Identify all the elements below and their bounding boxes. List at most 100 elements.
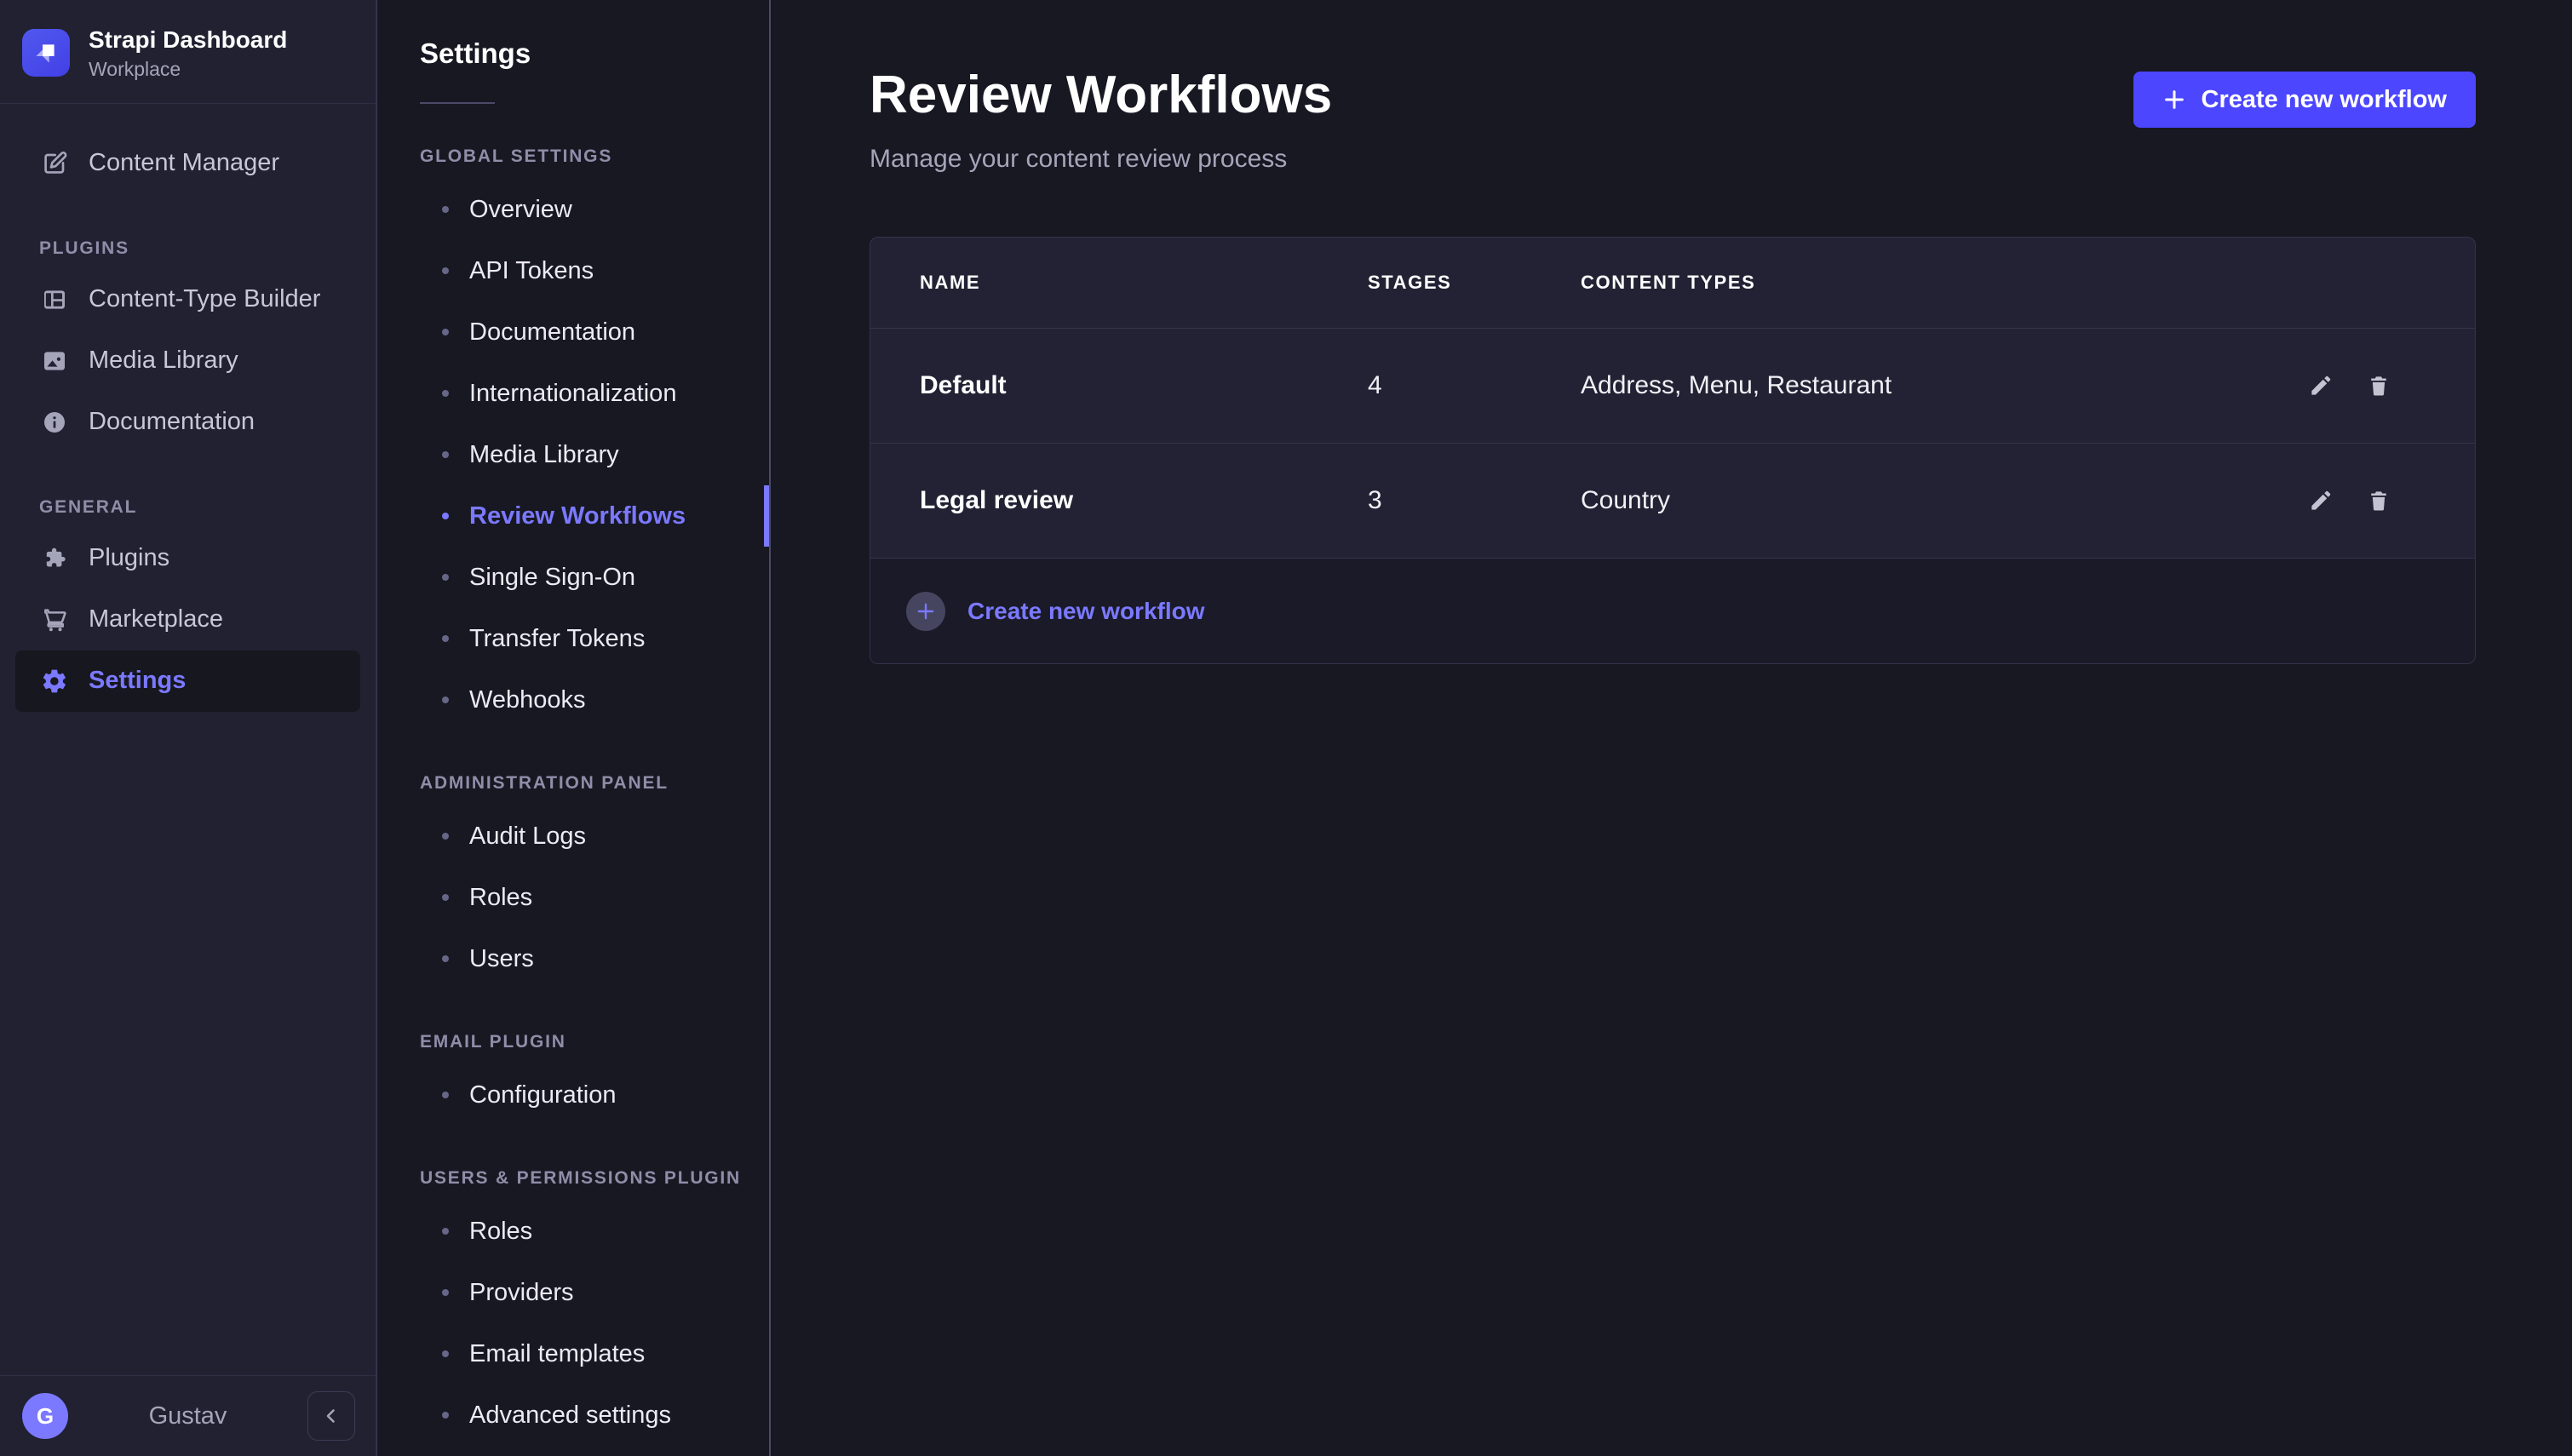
subnav-section-administration-panel: ADMINISTRATION PANEL: [377, 773, 769, 794]
create-workflow-footer-button[interactable]: Create new workflow: [870, 558, 2475, 663]
subnav-item-label: Documentation: [469, 318, 635, 347]
subnav-item-api-tokens[interactable]: API Tokens: [377, 240, 769, 301]
bullet-icon: [442, 513, 449, 519]
subnav-item-overview[interactable]: Overview: [377, 179, 769, 240]
subnav-item-label: Media Library: [469, 441, 619, 469]
bullet-icon: [442, 574, 449, 581]
brand: Strapi Dashboard Workplace: [0, 0, 376, 104]
settings-subnav: Settings GLOBAL SETTINGS Overview API To…: [377, 0, 771, 1456]
subnav-item-configuration[interactable]: Configuration: [377, 1064, 769, 1126]
subnav-item-label: Internationalization: [469, 380, 676, 408]
subnav-item-single-sign-on[interactable]: Single Sign-On: [377, 547, 769, 608]
create-workflow-button[interactable]: Create new workflow: [2133, 72, 2476, 128]
workflow-stages: 4: [1368, 371, 1581, 400]
page-header: Review Workflows Manage your content rev…: [870, 66, 2476, 174]
subnav-title: Settings: [377, 37, 769, 70]
sidebar-item-content-manager[interactable]: Content Manager: [0, 133, 376, 194]
sidebar-item-settings[interactable]: Settings: [15, 651, 360, 712]
bullet-icon: [442, 894, 449, 901]
subnav-item-label: Roles: [469, 884, 532, 912]
subnav-item-label: Single Sign-On: [469, 564, 635, 592]
layout-icon: [41, 286, 68, 313]
bullet-icon: [442, 1228, 449, 1235]
edit-button[interactable]: [2308, 488, 2334, 513]
workflow-stages: 3: [1368, 486, 1581, 515]
sidebar-item-label: Content Manager: [89, 149, 279, 177]
image-icon: [41, 347, 68, 375]
bullet-icon: [442, 206, 449, 213]
main-sidebar: Strapi Dashboard Workplace Content Manag…: [0, 0, 377, 1456]
subnav-item-label: Email templates: [469, 1340, 645, 1368]
bullet-icon: [442, 955, 449, 962]
workflows-table: NAME STAGES CONTENT TYPES Default 4 Addr…: [870, 237, 2476, 664]
subnav-item-label: API Tokens: [469, 257, 594, 285]
subnav-section-global-settings: GLOBAL SETTINGS: [377, 146, 769, 167]
subnav-item-label: Configuration: [469, 1081, 617, 1109]
bullet-icon: [442, 1289, 449, 1296]
subnav-item-email-templates[interactable]: Email templates: [377, 1323, 769, 1384]
bullet-icon: [442, 635, 449, 642]
edit-button[interactable]: [2308, 373, 2334, 398]
page-title: Review Workflows: [870, 66, 1332, 124]
subnav-item-up-roles[interactable]: Roles: [377, 1201, 769, 1262]
info-circle-icon: [41, 409, 68, 436]
sidebar-item-marketplace[interactable]: Marketplace: [0, 589, 376, 651]
column-header-name: NAME: [920, 272, 1368, 294]
trash-icon: [2366, 488, 2391, 513]
sidebar-item-plugins[interactable]: Plugins: [0, 528, 376, 589]
subnav-item-label: Advanced settings: [469, 1402, 671, 1430]
plus-circle-icon: [906, 592, 945, 631]
subnav-item-label: Providers: [469, 1279, 574, 1307]
plus-icon: [2162, 88, 2186, 112]
subnav-item-audit-logs[interactable]: Audit Logs: [377, 805, 769, 867]
strapi-logo-icon: [22, 29, 70, 77]
table-row[interactable]: Legal review 3 Country: [870, 443, 2475, 558]
subnav-item-label: Overview: [469, 196, 572, 224]
chevron-left-icon: [321, 1406, 342, 1426]
subnav-item-webhooks[interactable]: Webhooks: [377, 669, 769, 731]
sidebar-item-label: Content-Type Builder: [89, 285, 320, 313]
gear-icon: [41, 668, 68, 695]
row-actions: [2281, 373, 2426, 398]
cart-icon: [41, 606, 68, 633]
row-actions: [2281, 488, 2426, 513]
bullet-icon: [442, 1412, 449, 1419]
subnav-item-advanced-settings[interactable]: Advanced settings: [377, 1384, 769, 1446]
sidebar-item-content-type-builder[interactable]: Content-Type Builder: [0, 269, 376, 330]
subnav-item-users[interactable]: Users: [377, 928, 769, 989]
sidebar-item-media-library[interactable]: Media Library: [0, 330, 376, 392]
subnav-section-users-permissions-plugin: USERS & PERMISSIONS PLUGIN: [377, 1168, 769, 1189]
bullet-icon: [442, 267, 449, 274]
sidebar-item-label: Settings: [89, 667, 186, 695]
trash-icon: [2366, 373, 2391, 398]
delete-button[interactable]: [2366, 373, 2391, 398]
pencil-icon: [2308, 488, 2334, 513]
workflow-name: Default: [920, 371, 1368, 400]
subnav-item-providers[interactable]: Providers: [377, 1262, 769, 1323]
avatar[interactable]: G: [22, 1393, 68, 1439]
table-row[interactable]: Default 4 Address, Menu, Restaurant: [870, 328, 2475, 443]
sidebar-item-documentation[interactable]: Documentation: [0, 392, 376, 453]
subnav-item-documentation[interactable]: Documentation: [377, 301, 769, 363]
subnav-item-review-workflows[interactable]: Review Workflows: [377, 485, 769, 547]
workflow-content-types: Address, Menu, Restaurant: [1581, 371, 2281, 400]
subnav-item-label: Review Workflows: [469, 502, 686, 530]
sidebar-item-label: Media Library: [89, 347, 238, 375]
bullet-icon: [442, 1350, 449, 1357]
bullet-icon: [442, 1092, 449, 1098]
pencil-icon: [2308, 373, 2334, 398]
page-subtitle: Manage your content review process: [870, 145, 1332, 174]
workflow-name: Legal review: [920, 486, 1368, 515]
subnav-item-transfer-tokens[interactable]: Transfer Tokens: [377, 608, 769, 669]
subnav-item-media-library[interactable]: Media Library: [377, 424, 769, 485]
create-workflow-button-label: Create new workflow: [2202, 86, 2447, 114]
column-header-content-types: CONTENT TYPES: [1581, 272, 2281, 294]
puzzle-icon: [41, 545, 68, 572]
bullet-icon: [442, 390, 449, 397]
brand-text: Strapi Dashboard Workplace: [89, 26, 287, 81]
subnav-item-roles[interactable]: Roles: [377, 867, 769, 928]
sidebar-nav: Content Manager PLUGINS Content-Type Bui…: [0, 104, 376, 1375]
collapse-sidebar-button[interactable]: [307, 1391, 355, 1441]
delete-button[interactable]: [2366, 488, 2391, 513]
subnav-item-internationalization[interactable]: Internationalization: [377, 363, 769, 424]
